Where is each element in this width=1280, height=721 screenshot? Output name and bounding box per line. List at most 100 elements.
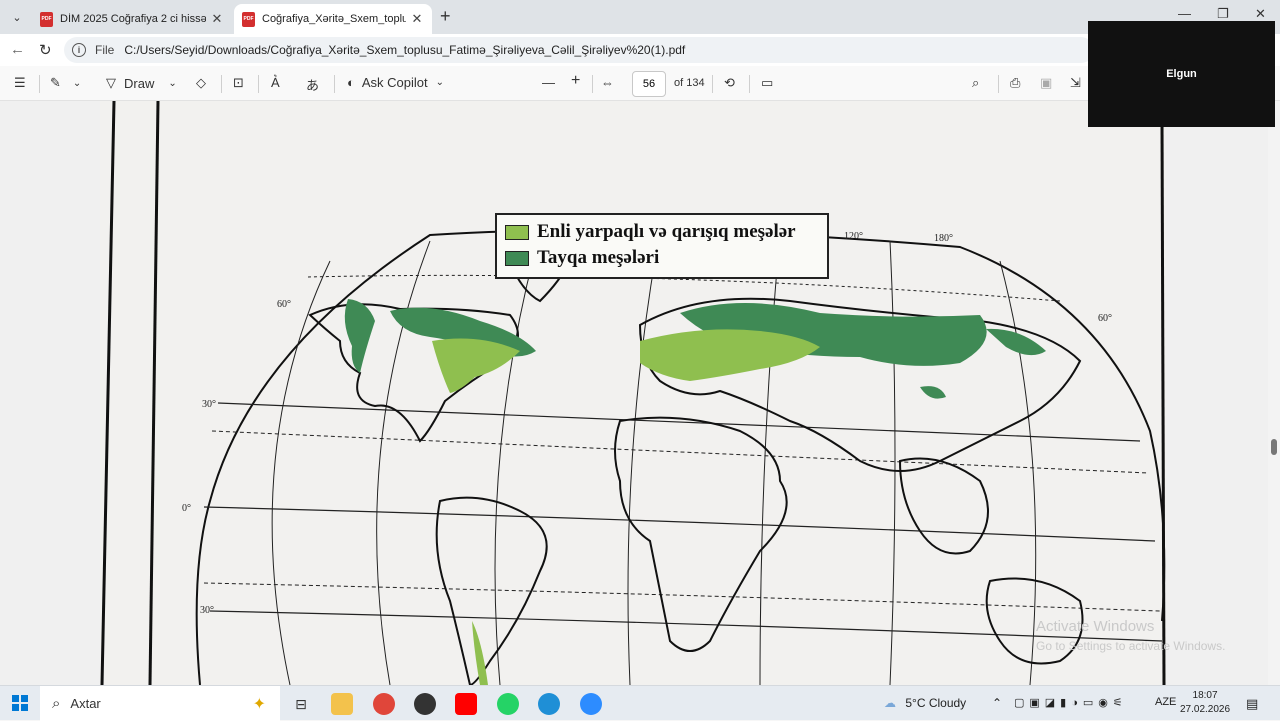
world-map: [100, 101, 1166, 685]
clock-time: 18:07: [1192, 690, 1218, 701]
tab-cografiya-xerite[interactable]: PDF Coğrafiya_Xəritə_Sxem_toplusu_Fa ✕: [234, 4, 432, 34]
tab-actions-menu-button[interactable]: ⌄: [4, 6, 30, 28]
chrome-profile-icon[interactable]: [414, 693, 436, 715]
vertical-scrollbar[interactable]: [1268, 101, 1280, 685]
zoom-out-button[interactable]: —: [542, 75, 555, 90]
window-close-button[interactable]: ✕: [1255, 6, 1266, 22]
windows-start-button[interactable]: [12, 695, 28, 711]
search-placeholder: Axtar: [70, 696, 101, 711]
legend-item-broadleaf: Enli yarpaqlı və qarışıq meşələr: [505, 219, 819, 245]
back-button[interactable]: ←: [10, 41, 25, 58]
print-icon: ⎙: [1010, 75, 1021, 90]
language-indicator[interactable]: AZE: [1155, 696, 1176, 708]
divider: [592, 75, 593, 93]
save-button[interactable]: ▣: [1040, 75, 1052, 91]
tab-dim-2025[interactable]: PDF DİM 2025 Coğrafiya 2 ci hissə test ✕: [32, 4, 232, 34]
cloud-icon: ☁: [884, 696, 896, 710]
latitude-label-60n-east: 60°: [1098, 313, 1112, 324]
close-icon[interactable]: ✕: [410, 11, 424, 27]
rotate-button[interactable]: ⟲: [724, 75, 735, 91]
chevron-down-icon: ⌄: [435, 77, 444, 88]
highlighter-icon: ✎: [50, 75, 61, 90]
highlight-button[interactable]: ✎ ⌄: [50, 75, 81, 91]
latitude-label-30n: 30°: [202, 399, 216, 410]
map-legend: Enli yarpaqlı və qarışıq meşələr Tayqa m…: [495, 213, 829, 279]
pen-icon: ▽: [106, 75, 116, 90]
text-box-button[interactable]: ⊡: [233, 75, 244, 91]
print-button[interactable]: ⎙: [1010, 75, 1020, 91]
pdf-page: Enli yarpaqlı və qarışıq meşələr Tayqa m…: [100, 101, 1166, 685]
refresh-button[interactable]: ↻: [39, 41, 52, 59]
page-view-button[interactable]: ▭: [761, 75, 773, 91]
divider: [258, 75, 259, 93]
new-tab-button[interactable]: +: [440, 6, 451, 27]
file-label: File: [95, 43, 115, 57]
latitude-label-30s: 30°: [200, 605, 214, 616]
legend-label: Tayqa meşələri: [537, 247, 660, 268]
page-total: of 134: [674, 77, 705, 89]
ask-copilot-button[interactable]: ◐ Ask Copilot ⌄: [347, 75, 444, 90]
eraser-button[interactable]: ◇: [196, 75, 206, 91]
save-as-icon: ⇲: [1070, 75, 1081, 90]
rotate-icon: ⟲: [724, 75, 735, 90]
legend-item-taiga: Tayqa meşələri: [505, 245, 819, 271]
latitude-label-equator: 0°: [182, 503, 191, 514]
fit-to-width-button[interactable]: ⇔: [601, 75, 614, 90]
scrollbar-thumb[interactable]: [1271, 439, 1277, 455]
file-explorer-icon[interactable]: [331, 693, 353, 715]
divider: [712, 75, 713, 93]
activation-watermark-subtitle: Go to Settings to activate Windows.: [1036, 639, 1226, 653]
info-icon[interactable]: i: [72, 43, 86, 57]
taskbar-clock[interactable]: 18:07 27.02.2026: [1180, 689, 1230, 717]
weather-widget[interactable]: ☁ 5°C Cloudy: [884, 696, 966, 710]
longitude-label-180: 180°: [934, 233, 953, 244]
whatsapp-icon[interactable]: [497, 693, 519, 715]
save-as-button[interactable]: ⇲: [1070, 75, 1081, 91]
read-aloud-icon: A͛: [271, 75, 280, 90]
pdf-icon: PDF: [242, 11, 255, 27]
close-icon[interactable]: ✕: [210, 11, 224, 27]
ask-copilot-label: Ask Copilot: [361, 75, 428, 90]
draw-button[interactable]: ▽ Draw ⌄: [106, 75, 177, 91]
tab-title: DİM 2025 Coğrafiya 2 ci hissə test: [60, 13, 206, 25]
divider: [998, 75, 999, 93]
zoom-in-button[interactable]: +: [571, 72, 580, 90]
draw-label: Draw: [124, 75, 155, 91]
edge-icon[interactable]: [538, 693, 560, 715]
divider: [749, 75, 750, 93]
system-tray-icons[interactable]: ▢▣◪▮◑▭◉⚟: [1014, 696, 1128, 709]
address-bar[interactable]: i File C:/Users/Seyid/Downloads/Coğrafiy…: [64, 37, 1094, 63]
divider: [39, 75, 40, 93]
divider: [334, 75, 335, 93]
chrome-icon[interactable]: [373, 693, 395, 715]
maximize-button[interactable]: ❐: [1217, 6, 1229, 22]
pdf-icon: PDF: [40, 11, 53, 27]
document-viewer[interactable]: Enli yarpaqlı və qarışıq meşələr Tayqa m…: [0, 101, 1280, 685]
latitude-label-60n: 60°: [277, 299, 291, 310]
eraser-icon: ◇: [196, 75, 206, 90]
taskbar-search-box[interactable]: ⌕ Axtar ✦: [40, 686, 280, 721]
youtube-icon[interactable]: [455, 693, 477, 715]
copilot-sparkle-icon: ✦: [252, 695, 266, 713]
translate-button[interactable]: あ: [306, 75, 319, 94]
translate-icon: あ: [306, 78, 320, 93]
tab-title: Coğrafiya_Xəritə_Sxem_toplusu_Fa: [262, 13, 406, 25]
show-hidden-icons-button[interactable]: ⌃: [992, 696, 1002, 710]
chevron-down-icon: ⌄: [72, 77, 82, 89]
minimize-button[interactable]: —: [1178, 6, 1191, 21]
legend-label: Enli yarpaqlı və qarışıq meşələr: [537, 221, 796, 242]
longitude-label-120: 120°: [844, 231, 863, 242]
notification-icon[interactable]: ▤: [1246, 696, 1258, 712]
chevron-down-icon: ⌄: [168, 77, 177, 89]
search-button[interactable]: ⌕: [972, 75, 979, 91]
windows-taskbar: ⌕ Axtar ✦ ⊟ ☁ 5°C Cloudy ⌃ ▢▣◪▮◑▭◉⚟ AZE …: [0, 685, 1280, 721]
zoom-icon[interactable]: [580, 693, 602, 715]
url-text: C:/Users/Seyid/Downloads/Coğrafiya_Xərit…: [124, 43, 686, 57]
weather-text: 5°C Cloudy: [905, 696, 967, 710]
legend-swatch-dark-green: [505, 250, 529, 266]
contents-icon[interactable]: ☰: [14, 75, 26, 91]
read-aloud-button[interactable]: A͛: [271, 75, 280, 90]
task-view-icon[interactable]: ⊟: [290, 693, 312, 715]
clock-date: 27.02.2026: [1180, 704, 1231, 715]
page-number-input[interactable]: 56: [632, 71, 666, 97]
